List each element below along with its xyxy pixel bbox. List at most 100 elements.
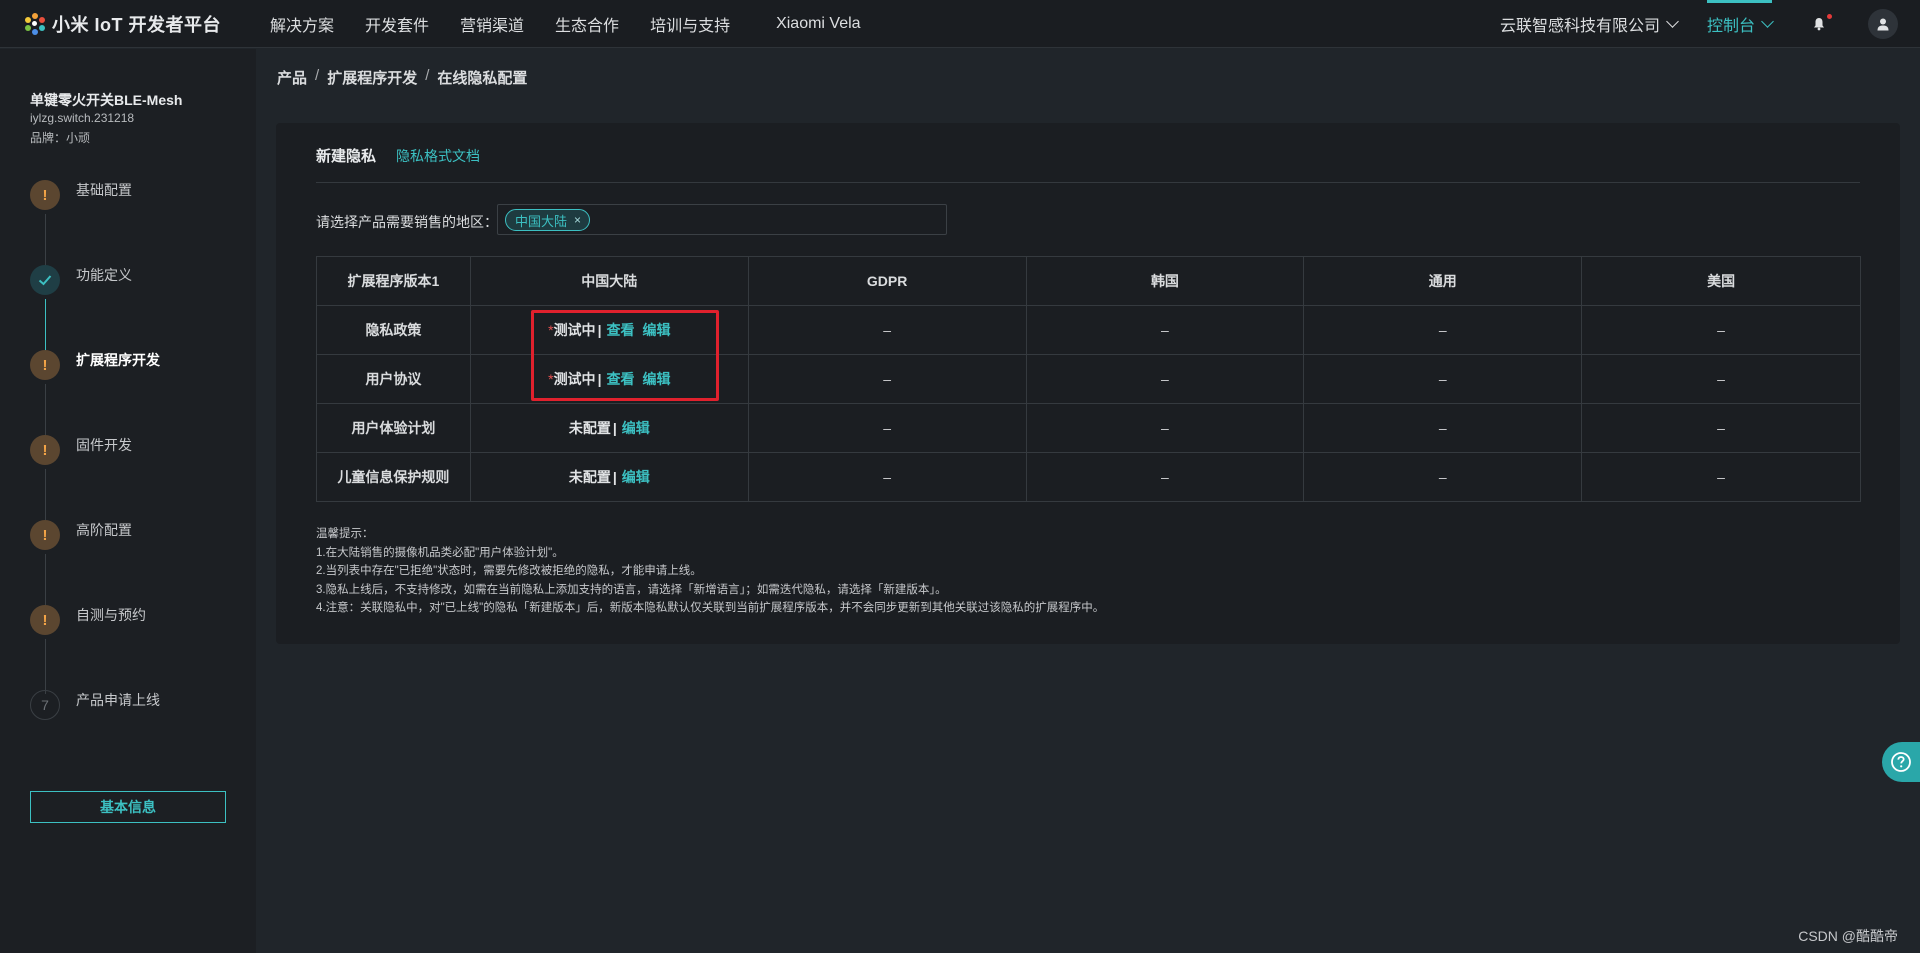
table-cell: – bbox=[747, 305, 1027, 355]
edit-link[interactable]: 编辑 bbox=[642, 322, 670, 338]
edit-link[interactable]: 编辑 bbox=[622, 469, 650, 485]
column-header: 中国大陆 bbox=[469, 256, 749, 306]
view-link[interactable]: 查看 bbox=[606, 322, 634, 338]
region-tag-label: 中国大陆 bbox=[515, 213, 568, 229]
privacy-format-doc-link[interactable]: 隐私格式文档 bbox=[396, 146, 480, 166]
product-brand: 品牌：小顽 bbox=[30, 131, 91, 145]
column-header: GDPR bbox=[747, 256, 1027, 306]
table-cell: – bbox=[1303, 305, 1583, 355]
edit-link[interactable]: 编辑 bbox=[622, 420, 650, 436]
table-header-row: 扩展程序版本1 中国大陆 GDPR 韩国 通用 美国 bbox=[316, 256, 1861, 306]
column-header: 扩展程序版本1 bbox=[316, 256, 471, 306]
row-header: 隐私政策 bbox=[316, 305, 471, 355]
nav-ecosystem[interactable]: 生态合作 bbox=[555, 12, 619, 36]
step-connector bbox=[45, 554, 46, 609]
basic-info-button[interactable]: 基本信息 bbox=[30, 791, 226, 823]
region-label: 请选择产品需要销售的地区： bbox=[316, 214, 498, 230]
nav-marketing[interactable]: 营销渠道 bbox=[460, 12, 524, 36]
company-switcher[interactable]: 云联智感科技有限公司 bbox=[1499, 12, 1679, 36]
separator: | bbox=[612, 420, 617, 436]
step-number: 7 bbox=[30, 690, 60, 720]
tips-title: 温馨提示： bbox=[316, 528, 374, 540]
region-tag: 中国大陆 × bbox=[505, 209, 591, 231]
mainland-cell: *测试中 | 查看 编辑 bbox=[469, 305, 749, 355]
table-cell: – bbox=[1025, 305, 1305, 355]
step-function-definition[interactable]: 功能定义 bbox=[30, 265, 132, 295]
step-label: 基础配置 bbox=[76, 182, 132, 198]
table-cell: – bbox=[747, 452, 1027, 502]
step-connector bbox=[45, 384, 46, 439]
table-cell: – bbox=[1581, 305, 1861, 355]
close-icon[interactable]: × bbox=[574, 213, 581, 227]
table-cell: – bbox=[1303, 452, 1583, 502]
nav-solutions[interactable]: 解决方案 bbox=[270, 12, 334, 36]
chevron-down-icon bbox=[1761, 15, 1774, 28]
edit-link[interactable]: 编辑 bbox=[642, 371, 670, 387]
notification-dot bbox=[1827, 14, 1832, 19]
status-text: 未配置 bbox=[568, 420, 611, 436]
step-self-test[interactable]: ! 自测与预约 bbox=[30, 605, 146, 635]
breadcrumb-product[interactable]: 产品 bbox=[277, 67, 307, 88]
step-connector bbox=[45, 469, 46, 524]
warning-icon: ! bbox=[30, 180, 60, 210]
notification-bell-icon[interactable] bbox=[1812, 14, 1832, 31]
nav-xiaomi-vela[interactable]: Xiaomi Vela bbox=[776, 15, 861, 33]
mainland-cell: 未配置 | 编辑 bbox=[469, 403, 749, 453]
step-extension-dev[interactable]: ! 扩展程序开发 bbox=[30, 350, 160, 380]
column-header: 韩国 bbox=[1025, 256, 1305, 306]
product-name: 单键零火开关BLE-Mesh bbox=[30, 92, 183, 108]
table-row: 隐私政策 *测试中 | 查看 编辑 – – – – bbox=[316, 305, 1861, 355]
breadcrumb-extension-dev[interactable]: 扩展程序开发 bbox=[327, 67, 417, 88]
table-cell: – bbox=[1581, 403, 1861, 453]
step-basic-config[interactable]: ! 基础配置 bbox=[30, 180, 132, 210]
region-select[interactable]: 中国大陆 × bbox=[497, 204, 947, 235]
company-name: 云联智感科技有限公司 bbox=[1499, 18, 1660, 35]
status-text: 测试中 bbox=[553, 322, 596, 338]
step-firmware-dev[interactable]: ! 固件开发 bbox=[30, 435, 132, 465]
watermark: CSDN @酷酷帝 bbox=[1798, 928, 1898, 944]
product-model: iylzg.switch.231218 bbox=[30, 111, 135, 125]
table-cell: – bbox=[1025, 403, 1305, 453]
privacy-table: 扩展程序版本1 中国大陆 GDPR 韩国 通用 美国 隐私政策 *测试中 | 查看编… bbox=[316, 256, 1861, 502]
chevron-down-icon bbox=[1666, 15, 1679, 28]
help-icon[interactable] bbox=[1882, 742, 1920, 782]
check-icon bbox=[30, 265, 60, 295]
step-apply-launch[interactable]: 7 产品申请上线 bbox=[30, 690, 160, 720]
mainland-cell: 未配置 | 编辑 bbox=[469, 452, 749, 502]
step-label: 自测与预约 bbox=[76, 607, 146, 623]
mi-iot-logo-icon bbox=[24, 12, 46, 35]
step-label: 功能定义 bbox=[76, 267, 132, 283]
step-label: 固件开发 bbox=[76, 437, 132, 453]
breadcrumb: 产品 / 扩展程序开发 / 在线隐私配置 bbox=[277, 67, 528, 88]
step-connector bbox=[45, 214, 46, 269]
separator: | bbox=[612, 469, 617, 485]
warning-icon: ! bbox=[30, 605, 60, 635]
logo[interactable]: 小米 IoT 开发者平台 bbox=[24, 11, 270, 37]
console-label: 控制台 bbox=[1706, 18, 1755, 35]
step-label: 产品申请上线 bbox=[76, 692, 160, 708]
divider bbox=[316, 182, 1860, 183]
step-connector bbox=[45, 639, 46, 694]
step-connector-active bbox=[45, 299, 46, 354]
table-cell: – bbox=[747, 354, 1027, 404]
nav-training[interactable]: 培训与支持 bbox=[650, 12, 730, 36]
view-link[interactable]: 查看 bbox=[606, 371, 634, 387]
row-header: 儿童信息保护规则 bbox=[316, 452, 471, 502]
tips: 温馨提示： 1.在大陆销售的摄像机品类必配"用户体验计划"。 2.当列表中存在"… bbox=[316, 525, 1104, 618]
warning-icon: ! bbox=[30, 350, 60, 380]
tip-line: 2.当列表中存在"已拒绝"状态时，需要先修改被拒绝的隐私，才能申请上线。 bbox=[316, 565, 702, 577]
step-label: 高阶配置 bbox=[76, 522, 132, 538]
user-avatar-icon[interactable] bbox=[1868, 9, 1898, 39]
breadcrumb-current: 在线隐私配置 bbox=[437, 70, 528, 87]
tip-line: 3.隐私上线后，不支持修改，如需在当前隐私上添加支持的语言，请选择「新增语言」；… bbox=[316, 583, 947, 596]
step-label-active: 扩展程序开发 bbox=[76, 352, 160, 368]
console-menu[interactable]: 控制台 bbox=[1706, 0, 1774, 48]
sidebar: 单键零火开关BLE-Mesh iylzg.switch.231218 品牌：小顽… bbox=[0, 49, 256, 953]
privacy-config-card: 新建隐私 隐私格式文档 请选择产品需要销售的地区： 中国大陆 × 扩展程序版本1… bbox=[276, 123, 1900, 644]
top-navigation: 小米 IoT 开发者平台 解决方案 开发套件 营销渠道 生态合作 培训与支持 X… bbox=[0, 0, 1920, 48]
step-advanced-config[interactable]: ! 高阶配置 bbox=[30, 520, 132, 550]
table-row: 用户协议 *测试中 | 查看 编辑 – – – – bbox=[316, 354, 1861, 404]
nav-dev-kits[interactable]: 开发套件 bbox=[365, 12, 429, 36]
table-cell: – bbox=[1581, 452, 1861, 502]
card-title: 新建隐私 bbox=[316, 148, 377, 165]
